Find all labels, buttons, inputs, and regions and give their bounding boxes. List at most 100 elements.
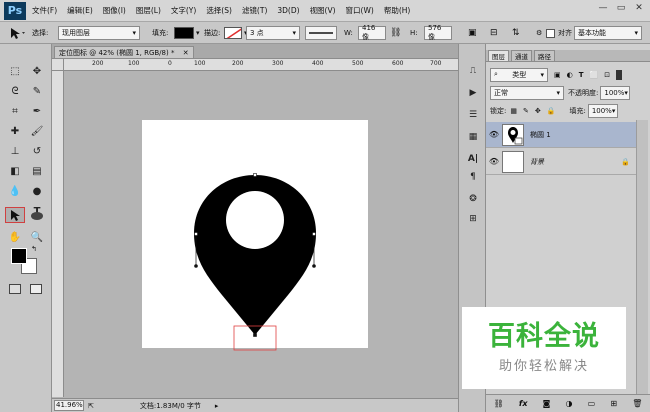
add-mask-icon[interactable]: ◙ xyxy=(543,399,551,408)
pixel-filter-icon[interactable]: ▣ xyxy=(554,71,561,79)
filter-toggle-icon[interactable] xyxy=(616,69,623,80)
workspace-dropdown[interactable]: 基本功能 ▾ xyxy=(574,26,642,40)
path-arrangement-icon[interactable]: ⇅ xyxy=(512,26,520,40)
width-field[interactable]: 416 像 xyxy=(358,24,386,41)
crop-tool-icon[interactable]: ⌗ xyxy=(4,102,26,120)
new-group-icon[interactable]: ▭ xyxy=(588,399,596,408)
marquee-tool-icon[interactable]: ⬚ xyxy=(4,62,26,80)
eyedropper-tool-icon[interactable]: ✒ xyxy=(26,102,48,120)
gradient-tool-icon[interactable]: ▤ xyxy=(26,162,48,180)
lock-image-icon[interactable]: ✎ xyxy=(523,107,529,115)
brush-tool-icon[interactable]: 🖌 xyxy=(26,122,48,140)
layer-row-ellipse[interactable]: 👁 椭圆 1 xyxy=(486,122,636,148)
tab-channels[interactable]: 通道 xyxy=(511,50,532,61)
menu-select[interactable]: 选择(S) xyxy=(206,5,232,16)
stroke-size-field[interactable]: 3 点 ▾ xyxy=(246,26,300,40)
new-layer-icon[interactable]: ⊞ xyxy=(610,399,617,408)
shape-filter-icon[interactable]: ⬜ xyxy=(590,71,599,79)
canvas-svg[interactable] xyxy=(64,71,458,397)
screen-mode-icon[interactable] xyxy=(30,284,42,294)
zoom-tool-icon[interactable]: 🔍 xyxy=(26,228,48,246)
healing-brush-tool-icon[interactable]: ✚ xyxy=(4,122,26,140)
blur-tool-icon[interactable]: 💧 xyxy=(4,182,26,200)
eye-icon[interactable]: 👁 xyxy=(486,157,502,166)
ruler-origin[interactable] xyxy=(52,59,64,71)
document-tab[interactable]: 定位图标 @ 42% (椭圆 1, RGB/8) * ✕ xyxy=(54,46,194,58)
layer-kind-filter[interactable]: ⌕ 类型 ▾ xyxy=(490,67,548,82)
smart-object-filter-icon[interactable]: ⊡ xyxy=(604,71,610,79)
move-tool-icon[interactable]: ✥ xyxy=(26,62,48,80)
clone-stamp-tool-icon[interactable]: ⊥ xyxy=(4,142,26,160)
adjustment-filter-icon[interactable]: ◐ xyxy=(567,71,573,79)
stroke-type-dropdown[interactable] xyxy=(305,26,337,40)
history-panel-icon[interactable]: ⎍ xyxy=(463,62,483,80)
blend-mode-dropdown[interactable]: 正常 ▾ xyxy=(490,85,564,100)
horizontal-ruler[interactable]: 200 100 0 100 200 300 400 500 600 700 xyxy=(64,59,458,71)
status-arrow-icon[interactable]: ▸ xyxy=(215,402,219,410)
layer-row-background[interactable]: 👁 背景 🔒 xyxy=(486,149,636,175)
align-edges-checkbox[interactable] xyxy=(546,28,555,38)
paragraph-panel-icon[interactable]: ¶ xyxy=(463,168,483,186)
path-operations-icon[interactable]: ▣ xyxy=(468,26,477,40)
canvas-area[interactable] xyxy=(64,71,458,397)
menu-3d[interactable]: 3D(D) xyxy=(277,6,299,15)
dodge-tool-icon[interactable]: ● xyxy=(26,182,48,200)
lock-transparency-icon[interactable]: ▦ xyxy=(510,107,517,115)
select-layer-dropdown[interactable]: 现用图层 ▾ xyxy=(58,26,140,40)
eye-icon[interactable]: 👁 xyxy=(486,130,502,139)
delete-layer-icon[interactable]: 🗑 xyxy=(632,399,642,408)
history-brush-tool-icon[interactable]: ↺ xyxy=(26,142,48,160)
menu-layer[interactable]: 图层(L) xyxy=(136,5,161,16)
character-panel-icon[interactable]: A| xyxy=(463,150,483,168)
layer-name[interactable]: 椭圆 1 xyxy=(530,130,551,140)
actions-panel-icon[interactable]: ▶ xyxy=(463,84,483,102)
layer-style-icon[interactable]: fx xyxy=(519,399,528,408)
menu-filter[interactable]: 滤镜(T) xyxy=(242,5,267,16)
menu-file[interactable]: 文件(F) xyxy=(32,5,57,16)
ellipse-tool-icon[interactable] xyxy=(26,207,48,225)
layer-name[interactable]: 背景 xyxy=(530,157,544,167)
path-alignment-icon[interactable]: ⊟ xyxy=(490,26,498,40)
properties-panel-icon[interactable]: ☰ xyxy=(463,106,483,124)
vertical-ruler[interactable] xyxy=(52,71,64,397)
export-icon[interactable]: ⇱ xyxy=(88,402,94,410)
tool-preset-picker[interactable] xyxy=(6,26,26,40)
lasso-tool-icon[interactable]: ᘓ xyxy=(4,82,26,100)
adjustment-layer-icon[interactable]: ◑ xyxy=(566,399,573,408)
foreground-color-swatch[interactable] xyxy=(11,248,27,264)
zoom-field[interactable]: 41.96% xyxy=(54,400,84,411)
swatches-panel-icon[interactable]: ▦ xyxy=(463,128,483,146)
navigator-panel-icon[interactable]: ⊞ xyxy=(463,210,483,228)
swap-colors-icon[interactable]: ↰ xyxy=(31,245,37,253)
link-icon[interactable]: ⛓ xyxy=(390,26,401,40)
link-layers-icon[interactable]: ⛓ xyxy=(494,399,504,408)
height-field[interactable]: 576 像 xyxy=(424,24,452,41)
gear-icon[interactable]: ⚙ xyxy=(536,26,542,40)
fill-field[interactable]: 100% ▾ xyxy=(587,103,618,118)
lock-all-icon[interactable]: 🔒 xyxy=(547,107,556,115)
close-tab-icon[interactable]: ✕ xyxy=(183,49,189,57)
layers-scrollbar[interactable] xyxy=(636,120,648,394)
restore-button[interactable]: ▭ xyxy=(614,3,628,17)
menu-view[interactable]: 视图(V) xyxy=(310,5,336,16)
stroke-swatch[interactable] xyxy=(224,27,242,39)
tab-layers[interactable]: 图层 xyxy=(488,50,509,61)
menu-window[interactable]: 窗口(W) xyxy=(346,5,374,16)
hand-tool-icon[interactable]: ✋ xyxy=(4,228,26,246)
fill-swatch[interactable] xyxy=(174,27,194,39)
type-filter-icon[interactable]: T xyxy=(579,71,584,79)
menu-image[interactable]: 图像(I) xyxy=(103,5,126,16)
quick-select-tool-icon[interactable]: ✎ xyxy=(26,82,48,100)
menu-help[interactable]: 帮助(H) xyxy=(384,5,411,16)
eraser-tool-icon[interactable]: ◧ xyxy=(4,162,26,180)
styles-panel-icon[interactable]: ❂ xyxy=(463,190,483,208)
opacity-field[interactable]: 100% ▾ xyxy=(600,85,631,100)
lock-position-icon[interactable]: ✥ xyxy=(535,107,541,115)
minimize-button[interactable]: — xyxy=(596,3,610,17)
menu-type[interactable]: 文字(Y) xyxy=(171,5,196,16)
menu-edit[interactable]: 编辑(E) xyxy=(67,5,93,16)
quick-mask-icon[interactable] xyxy=(9,284,21,294)
path-selection-tool-icon[interactable] xyxy=(5,207,25,223)
tab-paths[interactable]: 路径 xyxy=(534,50,555,61)
close-button[interactable]: ✕ xyxy=(632,3,646,17)
